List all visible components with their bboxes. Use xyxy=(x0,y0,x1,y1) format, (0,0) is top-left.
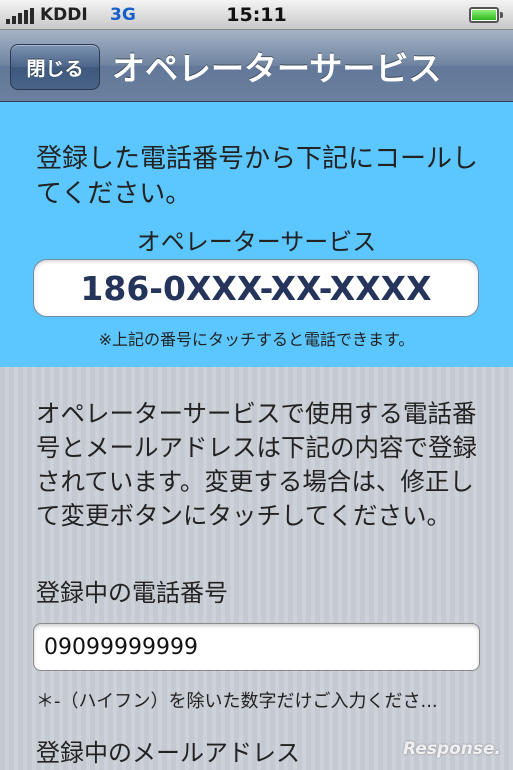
phone-number-label: 登録中の電話番号 xyxy=(36,579,228,607)
call-number-button[interactable]: 186-0XXX-XX-XXXX xyxy=(33,259,479,317)
service-label: オペレーターサービス xyxy=(136,228,377,256)
call-panel: 登録した電話番号から下記にコールしてください。 オペレーターサービス 186-0… xyxy=(0,102,513,367)
page-title: オペレーターサービス xyxy=(112,49,442,88)
close-button[interactable]: 閉じる xyxy=(10,44,100,90)
response-watermark-logo: Response. xyxy=(403,739,501,759)
status-bar: KDDI 3G 15:11 xyxy=(0,0,513,30)
phone-number-input[interactable] xyxy=(33,623,480,671)
email-address-label: 登録中のメールアドレス xyxy=(36,739,300,767)
registration-section: オペレーターサービスで使用する電話番号とメールアドレスは下記の内容で登録されてい… xyxy=(0,367,513,770)
battery-icon xyxy=(469,7,503,23)
hyphen-note: ＊-（ハイフン）を除いた数字だけご入力くださ... xyxy=(36,691,438,712)
tap-to-call-note: ※上記の番号にタッチすると電話できます。 xyxy=(98,330,415,349)
call-instructions: 登録した電話番号から下記にコールしてください。 xyxy=(36,144,479,209)
navigation-bar: 閉じる オペレーターサービス xyxy=(0,30,513,102)
status-time: 15:11 xyxy=(226,4,287,26)
registration-info: オペレーターサービスで使用する電話番号とメールアドレスは下記の内容で登録されてい… xyxy=(36,399,477,530)
